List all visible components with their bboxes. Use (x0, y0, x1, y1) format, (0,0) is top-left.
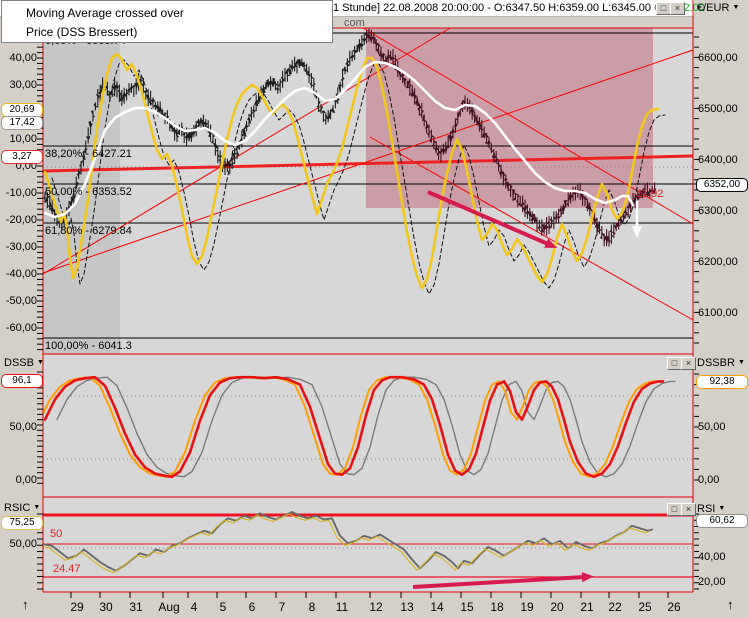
x-axis-label: 25 (638, 600, 651, 614)
x-axis-label: 21 (580, 600, 593, 614)
chart-canvas (0, 0, 749, 618)
main-y-axis-label-left: -30,00 (0, 241, 37, 253)
main-y-axis-label-right: 6400,00 (698, 154, 738, 166)
x-axis-label: 15 (460, 600, 473, 614)
close-button-main[interactable]: × (670, 2, 685, 15)
chevron-down-icon: ▼ (732, 4, 739, 11)
fib-level-label: 61,80% - 6279.84 (45, 225, 132, 237)
maximize-button-rsi[interactable]: □ (667, 503, 682, 516)
x-axis-label: Aug (158, 600, 179, 614)
close-button-dssb[interactable]: × (681, 357, 696, 370)
x-axis-label: 18 (490, 600, 503, 614)
tooltip-line1: Moving Average crossed over (26, 4, 332, 23)
main-y-axis-label-left: 30,00 (0, 79, 37, 91)
main-y-axis-label-left: -60,00 (0, 322, 37, 334)
rsi-y-axis-label-right: 40,00 (698, 551, 726, 563)
tooltip-line2: Price (DSS Bressert) (26, 23, 332, 42)
dssb-value-tag: 92,38 (696, 375, 748, 389)
x-axis-label: 14 (430, 600, 443, 614)
x-axis-label: 19 (520, 600, 533, 614)
close-button-rsi[interactable]: × (681, 503, 696, 516)
main-y-axis-label-left: -40,00 (0, 268, 37, 280)
x-axis-label: 20 (550, 600, 563, 614)
x-axis-label: 29 (70, 600, 83, 614)
dssb-value-tag: 96,1 (1, 374, 43, 388)
maximize-button-main[interactable]: □ (656, 2, 671, 15)
rsi-lower-level-label: 24.47 (53, 563, 81, 575)
main-y-axis-label-left: -10,00 (0, 187, 37, 199)
scroll-up-arrow-icon[interactable]: ↑ (727, 597, 734, 612)
x-axis-label: 7 (279, 600, 286, 614)
chevron-down-icon: ▼ (718, 505, 725, 512)
rsi-upper-level-label: 50 (50, 528, 62, 540)
main-y-axis-label-left: 10,00 (0, 133, 37, 145)
rsi-y-axis-label-left: 50,00 (0, 538, 37, 550)
main-y-axis-label-left: 40,00 (0, 52, 37, 64)
fib-level-label: 50,00% - 6353.52 (45, 186, 132, 198)
rsi-value-tag: 75,25 (1, 516, 43, 530)
x-axis-label: 12 (369, 600, 382, 614)
x-axis-label: 11 (336, 600, 348, 614)
symbol-selector[interactable]: €/EUR ▼ (697, 2, 746, 14)
main-y-axis-label-left: -20,00 (0, 214, 37, 226)
main-y-axis-label-right: 6600,00 (698, 52, 738, 64)
dssb-y-axis-label-left: 50,00 (0, 421, 37, 433)
scroll-up-arrow-icon[interactable]: ↑ (22, 597, 29, 612)
rsic-indicator-selector[interactable]: RSIC ▼ (4, 502, 40, 514)
fib-level-label: 100,00% - 6041.3 (45, 340, 132, 352)
dssbr-label[interactable]: DSSBR ▼ (697, 357, 746, 369)
x-axis-label: 4 (191, 600, 198, 614)
rsi-value-tag: 60,62 (696, 514, 748, 528)
maximize-button-dssb[interactable]: □ (667, 357, 682, 370)
main-y-axis-label-left: -50,00 (0, 295, 37, 307)
fib-level-label: 38,20% - 6427.21 (45, 148, 132, 160)
main-y-axis-label-right: 6200,00 (698, 256, 738, 268)
main-y-axis-label-right: 6300,00 (698, 205, 738, 217)
chevron-down-icon: ▼ (37, 359, 44, 366)
main-value-tag: 6352,00 (696, 178, 748, 192)
x-axis-label: 13 (400, 600, 413, 614)
delta-value-label: -11.92 (633, 188, 663, 200)
x-axis-label: 5 (220, 600, 227, 614)
main-value-tag: 20,69 (1, 103, 43, 117)
main-y-axis-label-right: 6500,00 (698, 103, 738, 115)
dssb-y-axis-label-left: 0,00 (0, 474, 37, 486)
chevron-down-icon: ▼ (738, 359, 745, 366)
dssb-y-axis-label-right: 50,00 (698, 421, 726, 433)
x-axis-label: 22 (608, 600, 621, 614)
main-y-axis-label-right: 6100,00 (698, 307, 738, 319)
x-axis-label: 31 (129, 600, 142, 614)
rsi-y-axis-label-right: 20,00 (698, 576, 726, 588)
x-axis-label: 26 (667, 600, 680, 614)
x-axis-label: 8 (309, 600, 316, 614)
dssb-y-axis-label-right: 0,00 (698, 474, 719, 486)
chevron-down-icon: ▼ (33, 504, 40, 511)
x-axis-label: 30 (99, 600, 112, 614)
dssb-indicator-selector[interactable]: DSSB ▼ (4, 357, 44, 369)
main-value-tag: 17,42 (1, 116, 43, 130)
x-axis-label: 6 (249, 600, 256, 614)
signal-tooltip: Moving Average crossed over Price (DSS B… (1, 0, 333, 43)
main-value-tag: 3,27 (1, 150, 43, 164)
